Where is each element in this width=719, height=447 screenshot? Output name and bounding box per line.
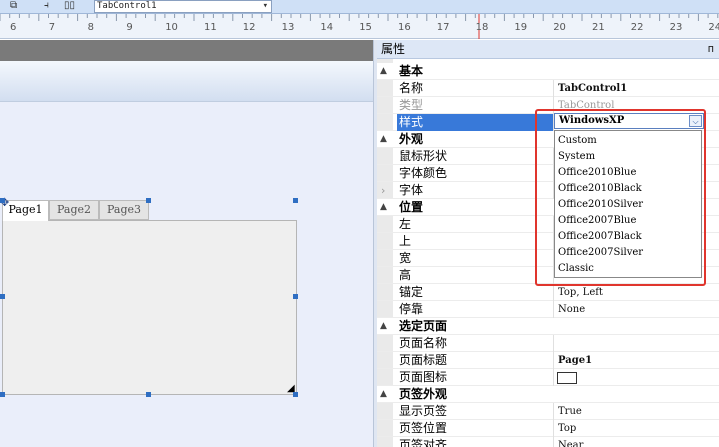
property-label: 显示页签: [399, 404, 448, 418]
layout-icon[interactable]: ⧉: [10, 0, 17, 13]
property-label: 高: [399, 268, 412, 282]
selection-handle[interactable]: [0, 392, 5, 397]
ruler-number: 11: [204, 22, 217, 33]
collapse-icon[interactable]: ▲: [380, 386, 387, 403]
properties-title-bar: 属性 ᴨ: [377, 40, 719, 59]
property-label: 页面图标: [399, 370, 448, 384]
expand-icon[interactable]: ›: [381, 182, 385, 199]
ruler-number: 21: [592, 22, 605, 33]
selection-handle[interactable]: [0, 198, 5, 203]
category-label: 外观: [399, 132, 424, 146]
collapse-icon[interactable]: ▲: [380, 318, 387, 335]
ruler-number: 6: [10, 22, 17, 33]
property-row-page-title[interactable]: 页面标题 Page1: [377, 352, 719, 369]
ruler-number: 8: [87, 22, 94, 33]
tab-page2[interactable]: Page2: [49, 200, 99, 220]
ruler-number: 20: [553, 22, 566, 33]
property-row-tab-align[interactable]: 页签对齐 Near: [377, 437, 719, 447]
property-label: 页签位置: [399, 421, 448, 435]
property-label: 名称: [399, 81, 424, 95]
property-value[interactable]: True: [558, 403, 582, 420]
toolbar: ⧉ ⫞ ▯▯ TabControl1 ▾: [0, 0, 719, 14]
ruler-number: 22: [630, 22, 644, 33]
property-row-page-name[interactable]: 页面名称: [377, 335, 719, 352]
ruler-number: 18: [475, 22, 489, 33]
ruler-number: 17: [436, 22, 450, 33]
ruler-number: 10: [165, 22, 178, 33]
category-label: 基本: [399, 64, 424, 78]
horizontal-ruler: 6 7 8 9 10 11 12 13 14 15 16 17 18 19 20 21 22 23 24: [0, 14, 719, 39]
property-label: 宽: [399, 251, 412, 265]
property-label: 锚定: [399, 285, 424, 299]
property-label: 上: [399, 234, 412, 248]
category-tab-appearance[interactable]: ▲ 页签外观: [377, 386, 719, 403]
ruler-number: 15: [359, 22, 372, 33]
distribute-icon[interactable]: ▯▯: [64, 0, 75, 13]
ruler-number: 23: [669, 22, 683, 33]
property-row-name[interactable]: 名称 TabControl1: [377, 80, 719, 97]
property-value[interactable]: TabControl1: [558, 80, 627, 97]
selection-handle[interactable]: [146, 198, 151, 203]
category-basic[interactable]: ▲ 基本: [377, 63, 719, 80]
ruler-number: 9: [126, 22, 133, 33]
property-label: 字体: [399, 183, 424, 197]
property-label: 样式: [397, 114, 553, 131]
pin-icon[interactable]: ᴨ: [708, 40, 714, 58]
property-row-page-icon[interactable]: 页面图标: [377, 369, 719, 386]
ruler-number: 13: [281, 22, 295, 33]
tab-page3[interactable]: Page3: [99, 200, 149, 220]
property-label: 页签对齐: [399, 438, 448, 447]
property-row-dock[interactable]: 停靠 None: [377, 301, 719, 318]
ruler-number: 12: [242, 22, 256, 33]
ruler-number: 19: [514, 22, 528, 33]
selection-handle[interactable]: [293, 198, 298, 203]
property-label: 字体颜色: [399, 166, 448, 180]
component-selector[interactable]: TabControl1 ▾: [94, 0, 272, 13]
collapse-icon[interactable]: ▲: [380, 131, 387, 148]
property-value[interactable]: None: [558, 301, 585, 318]
property-label: 停靠: [399, 302, 424, 316]
ruler-number: 16: [398, 22, 411, 33]
selection-handle[interactable]: [0, 294, 5, 299]
component-selector-value: TabControl1: [97, 1, 157, 11]
ruler-number: 24: [708, 22, 719, 33]
property-label: 类型: [399, 98, 424, 112]
category-selected-page[interactable]: ▲ 选定页面: [377, 318, 719, 335]
property-label: 左: [399, 217, 412, 231]
property-value[interactable]: Top, Left: [558, 284, 603, 301]
property-row-anchor[interactable]: 锚定 Top, Left: [377, 284, 719, 301]
chevron-down-icon: ▾: [262, 1, 268, 11]
property-label: 鼠标形状: [399, 149, 448, 163]
selection-handle[interactable]: [293, 294, 298, 299]
category-label: 页签外观: [399, 387, 448, 401]
category-label: 位置: [399, 200, 424, 214]
collapse-icon[interactable]: ▲: [380, 199, 387, 216]
ruler-number: 7: [48, 22, 56, 33]
property-row-show-tab[interactable]: 显示页签 True: [377, 403, 719, 420]
highlight-box: [535, 109, 706, 286]
selection-handle[interactable]: [146, 392, 151, 397]
selection-handle[interactable]: [293, 392, 298, 397]
properties-title: 属性: [381, 42, 406, 56]
tab-page-body[interactable]: [2, 220, 297, 395]
property-row-tab-position[interactable]: 页签位置 Top: [377, 420, 719, 437]
image-swatch-icon[interactable]: [557, 372, 577, 384]
designer-header-bar: [0, 40, 373, 61]
collapse-icon[interactable]: ▲: [380, 63, 387, 80]
category-label: 选定页面: [399, 319, 448, 333]
property-value[interactable]: Near: [558, 437, 583, 447]
ruler-number: 14: [320, 22, 334, 33]
property-value[interactable]: Top: [558, 420, 576, 437]
property-label: 页面名称: [399, 336, 448, 350]
align-icon[interactable]: ⫞: [44, 0, 49, 13]
form-title-band: [0, 61, 373, 102]
property-value[interactable]: Page1: [558, 352, 592, 369]
property-label: 页面标题: [399, 353, 448, 367]
window: { "toolbar": { "combo_value": "TabContro…: [0, 0, 719, 447]
